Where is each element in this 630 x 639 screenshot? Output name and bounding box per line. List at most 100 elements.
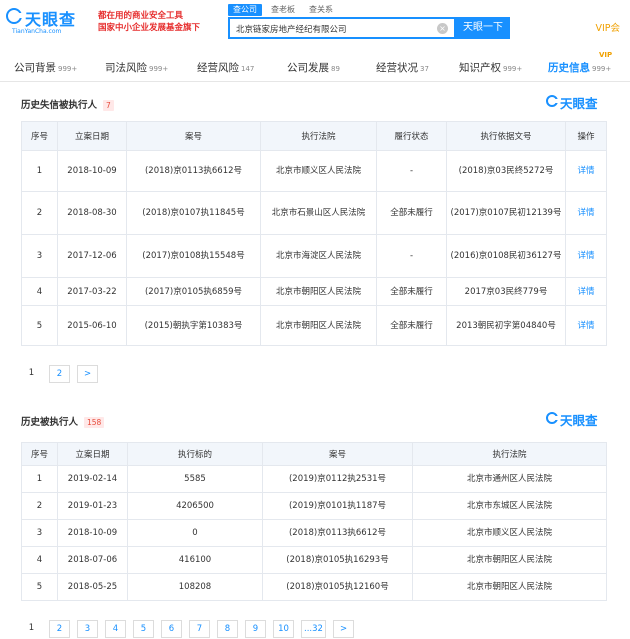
cell-case-number: (2018)京0105执12160号 [262,573,413,601]
cell-status: 全部未履行 [376,277,447,306]
tab-operation-risk[interactable]: 经营风险 147 [197,60,254,75]
page-link[interactable]: 3 [77,620,98,638]
cell-index: 3 [21,234,58,278]
watermark-logo-icon [546,412,559,424]
detail-link[interactable]: 详情 [565,150,607,192]
clear-icon[interactable]: × [437,23,448,34]
tab-count: 999+ [149,65,169,73]
column-header: 序号 [21,121,58,151]
cell-court: 北京市海淀区人民法院 [260,234,377,278]
search-tabs: 查公司 查老板 查关系 [228,4,342,16]
section-title-text: 历史被执行人 [21,417,79,428]
cell-case-number: (2019)京0101执1187号 [262,492,413,520]
cell-index: 3 [21,519,58,547]
tab-company-background[interactable]: 公司背景 999+ [14,60,77,75]
page-link[interactable]: 10 [273,620,294,638]
detail-link[interactable]: 详情 [565,305,607,346]
cell-court: 北京市顺义区人民法院 [260,150,377,192]
column-header: 执行法院 [412,442,607,466]
tab-history-info[interactable]: 历史信息 999+ [548,60,611,75]
page-link-last[interactable]: ...32 [301,620,326,638]
watermark-text: 天眼查 [560,96,598,111]
count-badge: 158 [84,417,105,428]
cell-index: 2 [21,191,58,235]
page-link[interactable]: 2 [49,620,70,638]
tab-count: 89 [331,65,340,73]
next-page-button[interactable]: > [333,620,354,638]
table-row: 3 2018-10-09 0 (2018)京0113执6612号 北京市顺义区人… [21,519,607,547]
cell-index: 4 [21,546,58,574]
cell-case-number: (2018)京0105执16293号 [262,546,413,574]
table-row: 1 2018-10-09 (2018)京0113执6612号 北京市顺义区人民法… [21,150,607,192]
cell-index: 5 [21,305,58,346]
cell-index: 4 [21,277,58,306]
cell-date: 2015-06-10 [57,305,127,346]
table-header-row: 序号 立案日期 案号 执行法院 履行状态 执行依据文号 操作 [21,121,607,151]
column-header: 案号 [262,442,413,466]
cell-case-number: (2018)京0113执6612号 [126,150,261,192]
cell-amount: 0 [127,519,263,547]
vip-link[interactable]: VIP会 [595,20,620,34]
page-link[interactable]: 4 [105,620,126,638]
detail-link[interactable]: 详情 [565,234,607,278]
cell-date: 2019-01-23 [57,492,128,520]
cell-court: 北京市朝阳区人民法院 [260,305,377,346]
tab-count: 37 [420,65,429,73]
cell-index: 1 [21,150,58,192]
page-link[interactable]: 2 [49,365,70,383]
section-title-executed: 历史被执行人 158 [21,414,105,428]
cell-date: 2018-10-09 [57,519,128,547]
page-link[interactable]: 9 [245,620,266,638]
tab-judicial-risk[interactable]: 司法风险 999+ [105,60,168,75]
tab-label: 司法风险 [105,62,147,74]
search-button[interactable]: 天眼一下 [456,17,510,39]
logo-subtitle: TianYanCha.com [12,28,62,35]
slogan: 都在用的商业安全工具 国家中小企业发展基金旗下 [98,10,200,34]
count-badge: 7 [103,100,114,111]
column-header: 执行依据文号 [446,121,566,151]
search-input[interactable]: 北京链家房地产经纪有限公司 × [228,17,456,39]
vip-badge: VIP [599,51,613,59]
watermark-text: 天眼查 [560,413,598,428]
executed-table: 序号 立案日期 执行标的 案号 执行法院 1 2019-02-14 5585 (… [21,442,607,601]
tab-count: 999+ [503,65,523,73]
table-header-row: 序号 立案日期 执行标的 案号 执行法院 [21,442,607,466]
detail-link[interactable]: 详情 [565,191,607,235]
search-tab-relation[interactable]: 查关系 [304,4,338,16]
column-header: 案号 [126,121,261,151]
header: 天眼查 TianYanCha.com 都在用的商业安全工具 国家中小企业发展基金… [0,0,630,50]
tab-company-development[interactable]: 公司发展 89 [287,60,340,75]
cell-case-number: (2019)京0112执2531号 [262,465,413,493]
page-current: 1 [28,368,35,378]
next-page-button[interactable]: > [77,365,98,383]
cell-court: 北京市顺义区人民法院 [412,519,607,547]
pagination-executed: 1 2 3 4 5 6 7 8 9 10 ...32 > [21,620,361,638]
detail-link[interactable]: 详情 [565,277,607,306]
page-link[interactable]: 8 [217,620,238,638]
tab-count: 999+ [58,65,78,73]
tab-business-status[interactable]: 经营状况 37 [376,60,429,75]
pagination-dishonest: 1 2 > [21,365,105,383]
tab-label: 公司发展 [287,62,329,74]
tab-label: 知识产权 [459,62,501,74]
logo[interactable]: 天眼查 TianYanCha.com [6,6,92,40]
cell-court: 北京市东城区人民法院 [412,492,607,520]
tab-intellectual-property[interactable]: 知识产权 999+ [459,60,522,75]
cell-case-number: (2018)京0113执6612号 [262,519,413,547]
cell-index: 2 [21,492,58,520]
slogan-line-1: 都在用的商业安全工具 [98,11,184,21]
search-tab-boss[interactable]: 查老板 [266,4,300,16]
page-link[interactable]: 5 [133,620,154,638]
cell-amount: 4206500 [127,492,263,520]
section-title-text: 历史失信被执行人 [21,100,98,111]
cell-court: 北京市朝阳区人民法院 [260,277,377,306]
page-link[interactable]: 6 [161,620,182,638]
column-header: 立案日期 [57,121,127,151]
page-link[interactable]: 7 [189,620,210,638]
cell-status: - [376,234,447,278]
column-header: 执行法院 [260,121,377,151]
cell-amount: 5585 [127,465,263,493]
search-tab-company[interactable]: 查公司 [228,4,262,16]
cell-court: 北京市石景山区人民法院 [260,191,377,235]
cell-date: 2018-08-30 [57,191,127,235]
